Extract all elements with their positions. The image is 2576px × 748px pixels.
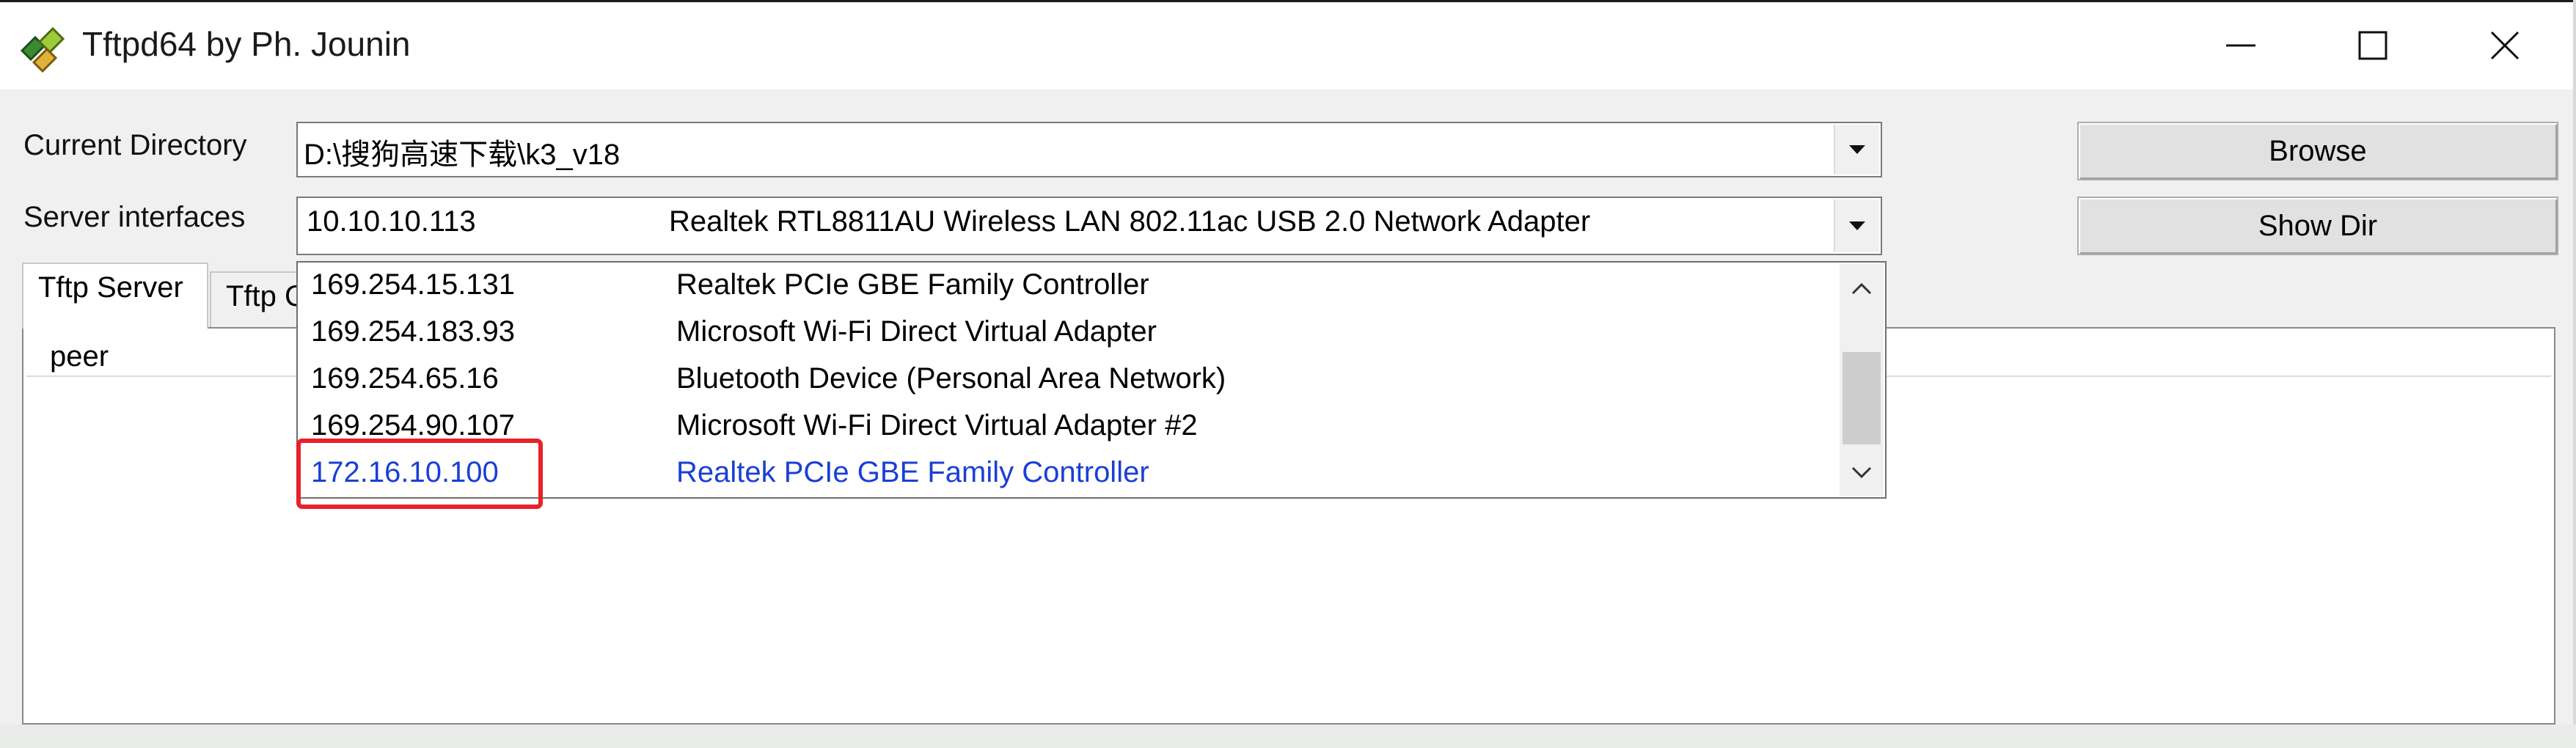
chevron-down-icon (1849, 145, 1865, 154)
column-peer[interactable]: peer (50, 340, 109, 373)
interface-desc: Microsoft Wi-Fi Direct Virtual Adapter #… (676, 409, 1198, 441)
annotation-highlight-box (296, 439, 543, 509)
current-directory-value: D:\搜狗高速下载\k3_v18 (304, 139, 621, 171)
tab-tftp-server[interactable]: Tftp Server (22, 263, 208, 329)
chevron-down-icon (1849, 221, 1865, 230)
interface-ip: 169.254.90.107 (311, 409, 516, 441)
chevron-down-icon (1851, 466, 1872, 479)
chevron-up-icon (1851, 282, 1872, 295)
interface-desc: Microsoft Wi-Fi Direct Virtual Adapter (676, 315, 1157, 348)
scroll-down-button[interactable] (1840, 452, 1884, 493)
interface-ip: 169.254.65.16 (311, 362, 499, 395)
scroll-up-button[interactable] (1840, 268, 1884, 309)
interface-ip: 169.254.183.93 (311, 315, 516, 348)
maximize-icon (2358, 31, 2387, 60)
minimize-button[interactable] (2186, 12, 2296, 78)
tftpd-window: Tftpd64 by Ph. Jounin Current Directory … (0, 0, 2576, 725)
title-bar[interactable]: Tftpd64 by Ph. Jounin (0, 0, 2573, 89)
interface-desc: Realtek PCIe GBE Family Controller (676, 268, 1149, 301)
current-directory-dropdown-button[interactable] (1834, 125, 1879, 175)
server-interfaces-combo[interactable]: 10.10.10.113 Realtek RTL8811AU Wireless … (296, 197, 1882, 255)
show-dir-button[interactable]: Show Dir (2077, 197, 2558, 255)
list-item[interactable]: 169.254.15.131 Realtek PCIe GBE Family C… (298, 263, 1831, 309)
selected-interface-desc: Realtek RTL8811AU Wireless LAN 802.11ac … (669, 205, 1591, 238)
minimize-icon (2226, 44, 2255, 47)
close-button[interactable] (2450, 12, 2560, 78)
selected-interface-ip: 10.10.10.113 (307, 205, 476, 238)
list-item[interactable]: 169.254.65.16 Bluetooth Device (Personal… (298, 356, 1831, 403)
server-interfaces-dropdown-button[interactable] (1834, 199, 1879, 252)
window-title: Tftpd64 by Ph. Jounin (82, 25, 411, 63)
interface-ip: 169.254.15.131 (311, 268, 516, 301)
current-directory-label: Current Directory (23, 129, 247, 161)
list-item[interactable]: 169.254.183.93 Microsoft Wi-Fi Direct Vi… (298, 309, 1831, 356)
tftpd-app-icon (20, 26, 65, 73)
current-directory-combo[interactable]: D:\搜狗高速下载\k3_v18 (296, 122, 1882, 177)
server-interfaces-label: Server interfaces (23, 201, 246, 233)
interface-desc: Bluetooth Device (Personal Area Network) (676, 362, 1226, 395)
interface-desc: Realtek PCIe GBE Family Controller (676, 456, 1149, 488)
close-icon (2490, 31, 2520, 60)
dropdown-scrollbar[interactable] (1840, 264, 1884, 496)
browse-button[interactable]: Browse (2077, 122, 2558, 180)
scroll-thumb[interactable] (1843, 352, 1881, 444)
maximize-button[interactable] (2318, 12, 2428, 78)
